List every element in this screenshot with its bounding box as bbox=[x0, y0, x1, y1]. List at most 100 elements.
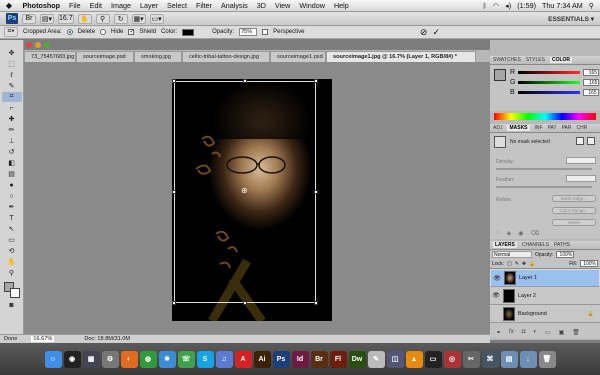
layer-name[interactable]: Layer 2 bbox=[518, 293, 536, 299]
crop-tool-preset-icon[interactable]: ⌗▾ bbox=[4, 27, 18, 37]
layer-opacity-field[interactable]: 100% bbox=[556, 251, 575, 258]
hand-tool-button[interactable]: ✋ bbox=[77, 13, 92, 24]
crop-bounding-box[interactable]: ⊕ bbox=[172, 79, 318, 305]
crop-handle-middle-left[interactable] bbox=[172, 190, 176, 194]
lock-all-icon[interactable]: 🔒 bbox=[529, 261, 535, 267]
pen-tool-icon[interactable]: ✒ bbox=[2, 202, 22, 212]
menu-filter[interactable]: Filter bbox=[191, 1, 216, 10]
wifi-icon[interactable]: ◠ bbox=[493, 1, 499, 10]
commit-crop-icon[interactable]: ✓ bbox=[432, 27, 440, 38]
dock-textedit-icon[interactable]: ✎ bbox=[367, 350, 385, 368]
crop-handle-bottom-center[interactable] bbox=[243, 301, 247, 305]
3d-rotate-tool-icon[interactable]: ⟲ bbox=[2, 246, 22, 256]
menu-help[interactable]: Help bbox=[329, 1, 353, 10]
layer-row-layer-2[interactable]: 👁 Layer 2 bbox=[490, 287, 600, 305]
dock-flash-icon[interactable]: Fl bbox=[329, 350, 347, 368]
dock-bridge-icon[interactable]: Br bbox=[310, 350, 328, 368]
add-mask-icon[interactable]: ◘ bbox=[522, 329, 526, 336]
quick-select-tool-icon[interactable]: ✎ bbox=[2, 81, 22, 91]
layer-row-layer-1[interactable]: 👁 Layer 1 bbox=[490, 269, 600, 287]
dock-photoshop-icon[interactable]: Ps bbox=[272, 350, 290, 368]
workspace-switcher[interactable]: ESSENTIALS ▾ bbox=[548, 14, 594, 24]
link-layers-icon[interactable]: ⚭ bbox=[496, 329, 501, 336]
new-group-icon[interactable]: ▭ bbox=[545, 329, 551, 336]
crop-handle-top-left[interactable] bbox=[172, 79, 176, 83]
invert-button[interactable]: Invert bbox=[552, 219, 596, 226]
layer-name[interactable]: Background bbox=[518, 311, 547, 317]
menu-select[interactable]: Select bbox=[162, 1, 191, 10]
dock-illustrator-icon[interactable]: Ai bbox=[253, 350, 271, 368]
layer-visibility-eye-icon[interactable]: 👁 bbox=[493, 275, 501, 282]
menu-window[interactable]: Window bbox=[295, 1, 330, 10]
tab-channels[interactable]: CHANNELS bbox=[522, 242, 549, 248]
apple-menu-icon[interactable]: ◆ bbox=[0, 1, 18, 10]
marquee-tool-icon[interactable]: ⬚ bbox=[2, 59, 22, 69]
crop-handle-middle-right[interactable] bbox=[314, 190, 318, 194]
tab-sourceimage-psd[interactable]: sourceimage.psd bbox=[76, 51, 134, 62]
red-slider[interactable] bbox=[518, 71, 581, 74]
blend-mode-select[interactable]: Normal bbox=[492, 251, 532, 258]
menubar-clock[interactable]: Thu 7:34 AM bbox=[542, 1, 583, 10]
background-color-swatch[interactable] bbox=[9, 288, 20, 298]
new-layer-icon[interactable]: ▣ bbox=[559, 329, 565, 336]
tab-layers[interactable]: LAYERS bbox=[493, 242, 517, 248]
eyedropper-tool-icon[interactable]: ⌐ bbox=[2, 103, 22, 113]
minimize-window-icon[interactable] bbox=[35, 42, 41, 48]
history-brush-tool-icon[interactable]: ↺ bbox=[2, 147, 22, 157]
blue-value-field[interactable]: 165 bbox=[582, 89, 599, 96]
dock-firefox-icon[interactable]: ◐ bbox=[120, 350, 138, 368]
dock-folder-icon[interactable]: ▤ bbox=[500, 350, 518, 368]
apply-mask-icon[interactable]: ◈ bbox=[507, 230, 512, 237]
gradient-tool-icon[interactable]: ▤ bbox=[2, 169, 22, 179]
shield-color-swatch[interactable] bbox=[182, 28, 195, 36]
dock-expose-icon[interactable]: ▦ bbox=[82, 350, 100, 368]
screen-mode-button[interactable]: ▭▾ bbox=[149, 13, 164, 24]
feather-field[interactable] bbox=[566, 175, 596, 182]
menu-3d[interactable]: 3D bbox=[252, 1, 270, 10]
delete-layer-icon[interactable]: 🗑 bbox=[572, 329, 580, 336]
tab-adjustments[interactable]: ADJ bbox=[493, 125, 502, 131]
dock-terminal-icon[interactable]: ▭ bbox=[424, 350, 442, 368]
bridge-button[interactable]: Br bbox=[22, 13, 36, 24]
type-tool-icon[interactable]: T bbox=[2, 213, 22, 223]
vector-mask-icon[interactable] bbox=[587, 137, 595, 145]
document-size[interactable]: Doc: 18.8M/31.0M bbox=[84, 336, 130, 342]
tab-color[interactable]: COLOR bbox=[549, 57, 573, 63]
dock-dreamweaver-icon[interactable]: Dw bbox=[348, 350, 366, 368]
color-range-button[interactable]: Color Range... bbox=[552, 207, 596, 214]
clone-stamp-tool-icon[interactable]: ⊥ bbox=[2, 136, 22, 146]
tab-paragraph[interactable]: PAR bbox=[562, 125, 572, 131]
dock-trash-icon[interactable]: 🗑 bbox=[538, 350, 556, 368]
healing-brush-tool-icon[interactable]: ✚ bbox=[2, 114, 22, 124]
dock-ichat-icon[interactable]: ☏ bbox=[177, 350, 195, 368]
layer-name[interactable]: Layer 1 bbox=[519, 275, 537, 281]
dock-system-prefs-icon[interactable]: ⚙ bbox=[101, 350, 119, 368]
view-extras-button[interactable]: ▤▾ bbox=[40, 13, 54, 24]
battery-status[interactable]: (1:59) bbox=[517, 1, 536, 10]
tab-styles[interactable]: STYLES bbox=[526, 57, 545, 63]
menu-app-photoshop[interactable]: Photoshop bbox=[18, 1, 65, 10]
shield-checkbox[interactable]: ✓ bbox=[128, 29, 134, 35]
zoom-tool-icon[interactable]: ⚲ bbox=[2, 268, 22, 278]
layer-style-icon[interactable]: fx bbox=[509, 329, 514, 336]
tab-info[interactable]: INF bbox=[535, 125, 543, 131]
menu-layer[interactable]: Layer bbox=[136, 1, 163, 10]
blue-slider[interactable] bbox=[517, 91, 580, 94]
color-fg-bg-icon[interactable] bbox=[494, 69, 506, 81]
delete-mask-icon[interactable]: ⌫ bbox=[530, 230, 538, 237]
dodge-tool-icon[interactable]: ○ bbox=[2, 191, 22, 201]
crop-tool-icon[interactable]: ⌗ bbox=[1, 92, 22, 102]
mask-edge-button[interactable]: Mask Edge... bbox=[552, 195, 596, 202]
color-spectrum-bar[interactable] bbox=[494, 113, 596, 120]
green-value-field[interactable]: 165 bbox=[583, 79, 600, 86]
lock-image-icon[interactable]: ✎ bbox=[515, 261, 519, 267]
tab-paths[interactable]: PAT bbox=[548, 125, 557, 131]
tab-character[interactable]: CHR bbox=[576, 125, 587, 131]
arrange-documents-button[interactable]: ▦▾ bbox=[131, 13, 146, 24]
eraser-tool-icon[interactable]: ◧ bbox=[2, 158, 22, 168]
dock-network-icon[interactable]: ⌘ bbox=[481, 350, 499, 368]
red-value-field[interactable]: 165 bbox=[583, 69, 600, 76]
pixel-mask-icon[interactable] bbox=[576, 137, 584, 145]
toggle-mask-icon[interactable]: ◉ bbox=[518, 230, 523, 237]
crop-handle-top-center[interactable] bbox=[243, 79, 247, 83]
